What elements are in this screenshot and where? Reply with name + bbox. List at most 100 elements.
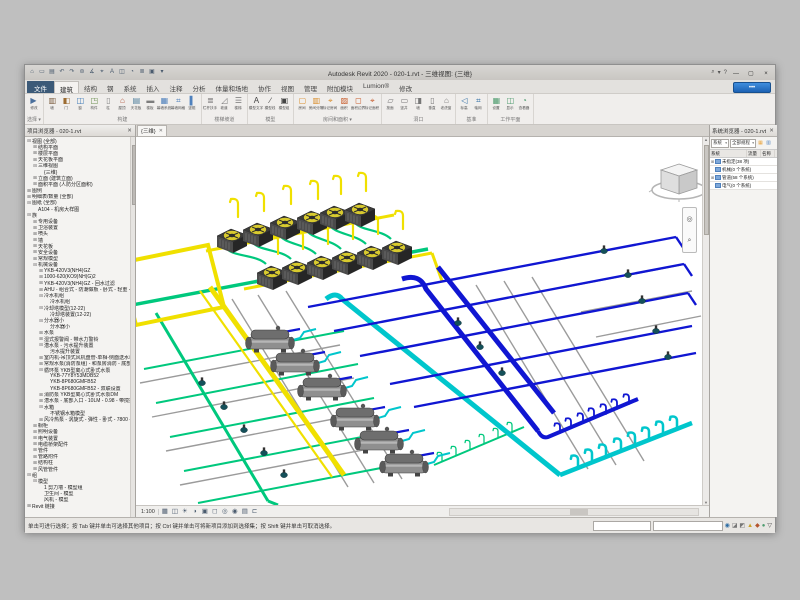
ribbon-tab-5[interactable]: 注释 — [165, 81, 188, 93]
navigation-bar[interactable]: ◎ ⌕ — [682, 207, 697, 253]
door-tool-button[interactable]: ◧门 — [60, 95, 73, 110]
autofit-icon[interactable]: ▦ — [757, 139, 764, 147]
column-tool-button[interactable]: ▯柱 — [102, 95, 115, 110]
worksets-icon[interactable]: ◉ — [725, 521, 730, 531]
window-tool-button[interactable]: ◫窗 — [74, 95, 87, 110]
help-icon[interactable]: ? — [724, 70, 727, 76]
vertical-scrollbar[interactable]: ▲ ▼ — [702, 137, 709, 505]
project-browser-scrollbar[interactable] — [130, 137, 135, 517]
steering-wheel-icon[interactable]: ◎ — [686, 215, 692, 223]
revit-home-icon[interactable]: ⌂ — [28, 68, 36, 77]
horizontal-scrollbar-thumb[interactable] — [570, 509, 588, 515]
ceiling-tool-button[interactable]: ▤天花板 — [130, 95, 143, 110]
model-group-tool-button[interactable]: ▣模型组 — [278, 95, 291, 110]
ribbon-tab-2[interactable]: 钢 — [102, 81, 119, 93]
ribbon-tab-13[interactable]: 修改 — [394, 81, 417, 93]
ramp-tool-button[interactable]: ◿坡道 — [218, 95, 231, 110]
component-tool-button[interactable]: ◳构件 — [88, 95, 101, 110]
redo-icon[interactable]: ↷ — [68, 68, 76, 77]
ribbon-tab-3[interactable]: 系统 — [119, 81, 142, 93]
maximize-button[interactable]: ▢ — [745, 68, 757, 78]
measure-icon[interactable]: ⊜ — [78, 68, 86, 77]
detail-level-icon[interactable]: ▦ — [160, 507, 170, 517]
area-boundary-tool-button[interactable]: ◻面积边界 — [352, 95, 365, 110]
ribbon-tab-10[interactable]: 管理 — [299, 81, 322, 93]
room-separator-tool-button[interactable]: ▥房间分隔 — [310, 95, 323, 110]
ribbon-tab-7[interactable]: 体量和场地 — [211, 81, 254, 93]
workplane-viewer-tool-button[interactable]: ◔查看器 — [518, 95, 531, 110]
close-button[interactable]: × — [760, 68, 772, 78]
column-header[interactable]: 名称 — [761, 150, 775, 157]
wall-tool-button[interactable]: ▥墙 — [46, 95, 59, 110]
column-header[interactable]: 系统 — [710, 150, 747, 157]
sun-path-icon[interactable]: ☀ — [180, 507, 190, 517]
close-icon[interactable]: ✕ — [126, 128, 133, 134]
thin-lines-icon[interactable]: ≣ — [138, 68, 146, 77]
dormer-tool-button[interactable]: ⌂老虎窗 — [440, 95, 453, 110]
shadows-icon[interactable]: ◑ — [190, 507, 200, 517]
scroll-up-icon[interactable]: ▲ — [704, 137, 708, 142]
column-header[interactable]: 流量 — [747, 150, 761, 157]
drawing-area[interactable]: ◎ ⌕ ▲ ▼ — [136, 137, 709, 505]
visual-style-icon[interactable]: ◫ — [170, 507, 180, 517]
curtain-grid-tool-button[interactable]: ⌗幕墙网格 — [172, 95, 185, 110]
active-only-icon[interactable]: ▲ — [747, 521, 753, 531]
horizontal-scrollbar[interactable] — [449, 508, 699, 516]
system-view-combo[interactable]: 系统▾ — [711, 139, 729, 148]
opening-by-face-tool-button[interactable]: ▱按面 — [384, 95, 397, 110]
wall-opening-tool-button[interactable]: ◨墙 — [412, 95, 425, 110]
railing-tool-button[interactable]: ≣栏杆扶手 — [204, 95, 217, 110]
design-options-icon[interactable]: ◩ — [740, 521, 746, 531]
tree-item[interactable]: ⊞潜水泵 - 底部入口 - 10LM - 0.98 - 带搅拌 - 100-37… — [25, 398, 130, 404]
tag-icon[interactable]: ⌖ — [98, 68, 106, 77]
stair-tool-button[interactable]: ☰楼梯 — [232, 95, 245, 110]
reveal-hidden-elements-icon[interactable]: ◉ — [230, 507, 240, 517]
zoom-tool-icon[interactable]: ⌕ — [688, 237, 692, 245]
exclude-options-icon[interactable]: ◆ — [755, 521, 760, 531]
view-tab-3d[interactable]: {三维} ✕ — [137, 125, 167, 136]
tag-room-tool-button[interactable]: ⌖标记房间 — [324, 95, 337, 110]
ribbon-tab-8[interactable]: 协作 — [253, 81, 276, 93]
area-tool-button[interactable]: ▨面积 — [338, 95, 351, 110]
view-scale[interactable]: 1:100 — [138, 509, 159, 515]
tree-item[interactable]: ⊞Revit 链接 — [25, 503, 130, 509]
ribbon-tab-9[interactable]: 视图 — [276, 81, 299, 93]
curtain-system-tool-button[interactable]: ▦幕墙系统 — [158, 95, 171, 110]
default-3d-view-icon[interactable]: ◫ — [118, 68, 126, 77]
aligned-dimension-icon[interactable]: ∡ — [88, 68, 96, 77]
temporary-view-properties-icon[interactable]: ▤ — [240, 507, 250, 517]
worksets-combo[interactable] — [593, 521, 651, 531]
system-browser-row[interactable]: ⊞管道(58 个系统) — [710, 174, 777, 182]
background-processes-icon[interactable]: ● — [762, 521, 766, 531]
save-icon[interactable]: ▤ — [48, 68, 56, 77]
sign-in-icon[interactable]: ▾ — [718, 69, 721, 76]
system-browser-row[interactable]: 机械(0 个系统) — [710, 166, 777, 174]
close-icon[interactable]: ✕ — [768, 128, 775, 134]
ribbon-tab-12[interactable]: Lumion® — [358, 81, 394, 93]
mullion-tool-button[interactable]: ▌竖梃 — [186, 95, 199, 110]
shaft-tool-button[interactable]: ▭竖井 — [398, 95, 411, 110]
file-tab[interactable]: 文件 — [27, 81, 54, 93]
design-options-combo[interactable] — [653, 521, 723, 531]
level-tool-button[interactable]: ◁标高 — [458, 95, 471, 110]
scroll-down-icon[interactable]: ▼ — [704, 500, 708, 505]
search-icon[interactable]: ⌕ — [711, 69, 714, 76]
close-hidden-windows-icon[interactable]: ▣ — [148, 68, 156, 77]
minimize-button[interactable]: — — [730, 68, 742, 78]
floor-tool-button[interactable]: ▬楼板 — [144, 95, 157, 110]
roof-tool-button[interactable]: ⌂屋顶 — [116, 95, 129, 110]
tag-area-tool-button[interactable]: ⌖标记面积 — [366, 95, 379, 110]
show-workplane-tool-button[interactable]: ◫显示 — [504, 95, 517, 110]
qat-dropdown-icon[interactable]: ▾ — [158, 68, 166, 77]
tree-item[interactable]: ⊞AHU - 组合式 - 防潮做板 - 卧式 - 轻重 - 2000 - 100… — [25, 287, 130, 293]
view-cube[interactable] — [648, 153, 709, 209]
system-browser-row[interactable]: 电气(0 个系统) — [710, 182, 777, 190]
room-tool-button[interactable]: ▢房间 — [296, 95, 309, 110]
view-tab-close-icon[interactable]: ✕ — [159, 128, 163, 134]
model-text-tool-button[interactable]: A模型文字 — [250, 95, 263, 110]
editing-requests-icon[interactable]: ◪ — [732, 521, 738, 531]
show-crop-region-icon[interactable]: ◻ — [210, 507, 220, 517]
ribbon-tab-1[interactable]: 结构 — [79, 81, 102, 93]
set-workplane-tool-button[interactable]: ▦设置 — [490, 95, 503, 110]
crop-view-icon[interactable]: ▣ — [200, 507, 210, 517]
